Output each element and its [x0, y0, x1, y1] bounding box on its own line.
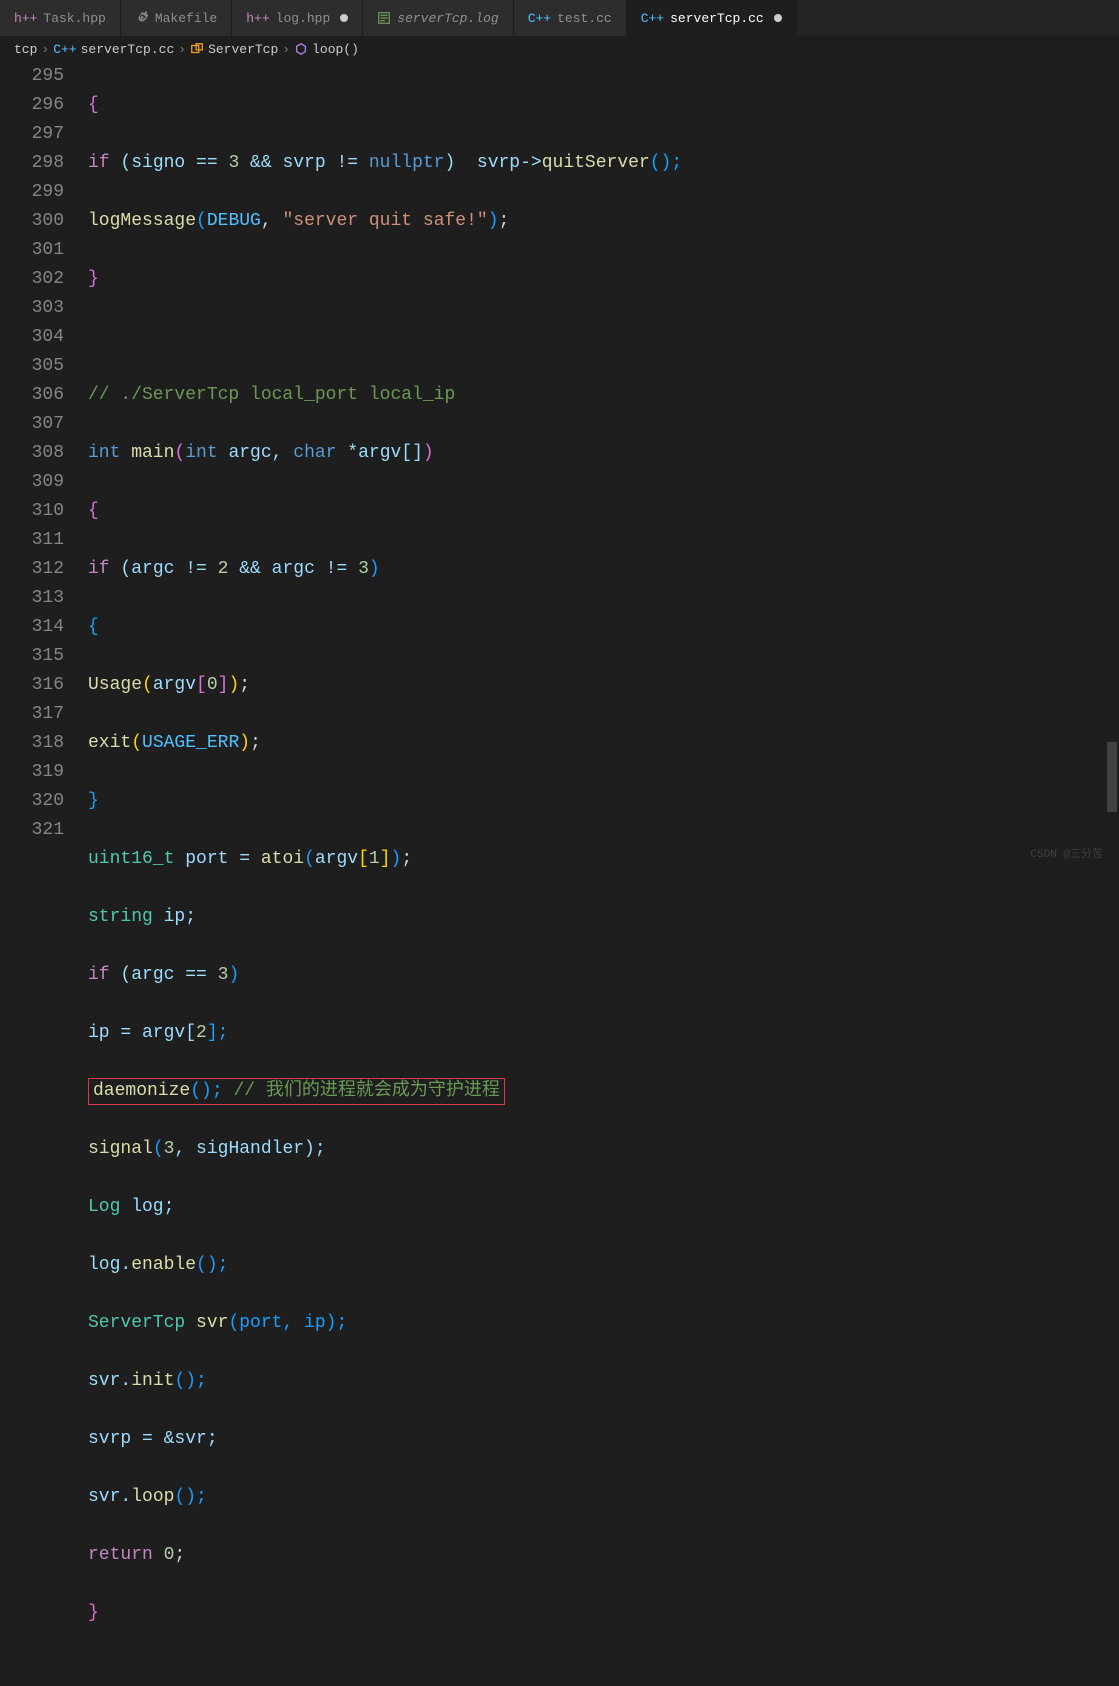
method-icon [294, 42, 308, 57]
tab-label: serverTcp.log [397, 11, 498, 26]
editor[interactable]: 295296297298 299300301302 303304305306 3… [0, 62, 1119, 867]
breadcrumb-label: tcp [14, 42, 37, 57]
hpp-icon: h++ [14, 11, 37, 26]
line-number-gutter: 295296297298 299300301302 303304305306 3… [0, 62, 82, 867]
dirty-indicator-icon [774, 14, 782, 22]
tab-label: serverTcp.cc [670, 11, 764, 26]
dirty-indicator-icon [340, 14, 348, 22]
tab-label: Makefile [155, 11, 217, 26]
tab-servertcp-cc[interactable]: C++ serverTcp.cc [627, 0, 797, 36]
tab-task-hpp[interactable]: h++ Task.hpp [0, 0, 121, 36]
watermark: CSDN @三分苦 [1030, 845, 1103, 861]
breadcrumb-label: ServerTcp [208, 42, 278, 57]
class-icon [190, 42, 204, 57]
tab-bar: h++ Task.hpp Makefile h++ log.hpp server… [0, 0, 1119, 36]
tab-makefile[interactable]: Makefile [121, 0, 232, 36]
cpp-icon: C++ [528, 11, 551, 26]
cog-icon [135, 11, 149, 26]
chevron-right-icon: › [178, 42, 186, 57]
breadcrumb-label: serverTcp.cc [81, 42, 175, 57]
tab-test-cc[interactable]: C++ test.cc [514, 0, 627, 36]
hpp-icon: h++ [246, 11, 269, 26]
tab-label: log.hpp [276, 11, 331, 26]
breadcrumb-method[interactable]: loop() [294, 42, 359, 57]
breadcrumb-folder[interactable]: tcp [14, 42, 37, 57]
chevron-right-icon: › [282, 42, 290, 57]
code-area[interactable]: { if (signo == 3 && svrp != nullptr) svr… [82, 62, 1119, 867]
log-icon [377, 11, 391, 26]
tab-servertcp-log[interactable]: serverTcp.log [363, 0, 513, 36]
scrollbar-thumb[interactable] [1107, 742, 1117, 812]
cpp-icon: C++ [53, 42, 76, 57]
tab-log-hpp[interactable]: h++ log.hpp [232, 0, 363, 36]
cpp-icon: C++ [641, 11, 664, 26]
breadcrumb: tcp › C++ serverTcp.cc › ServerTcp › loo… [0, 36, 1119, 62]
highlighted-line: daemonize(); // 我们的进程就会成为守护进程 [88, 1078, 505, 1105]
breadcrumb-class[interactable]: ServerTcp [190, 42, 278, 57]
breadcrumb-file[interactable]: C++ serverTcp.cc [53, 42, 174, 57]
tab-label: test.cc [557, 11, 612, 26]
editor-scrollbar[interactable] [1105, 62, 1119, 867]
chevron-right-icon: › [41, 42, 49, 57]
breadcrumb-label: loop() [312, 42, 359, 57]
tab-label: Task.hpp [43, 11, 105, 26]
